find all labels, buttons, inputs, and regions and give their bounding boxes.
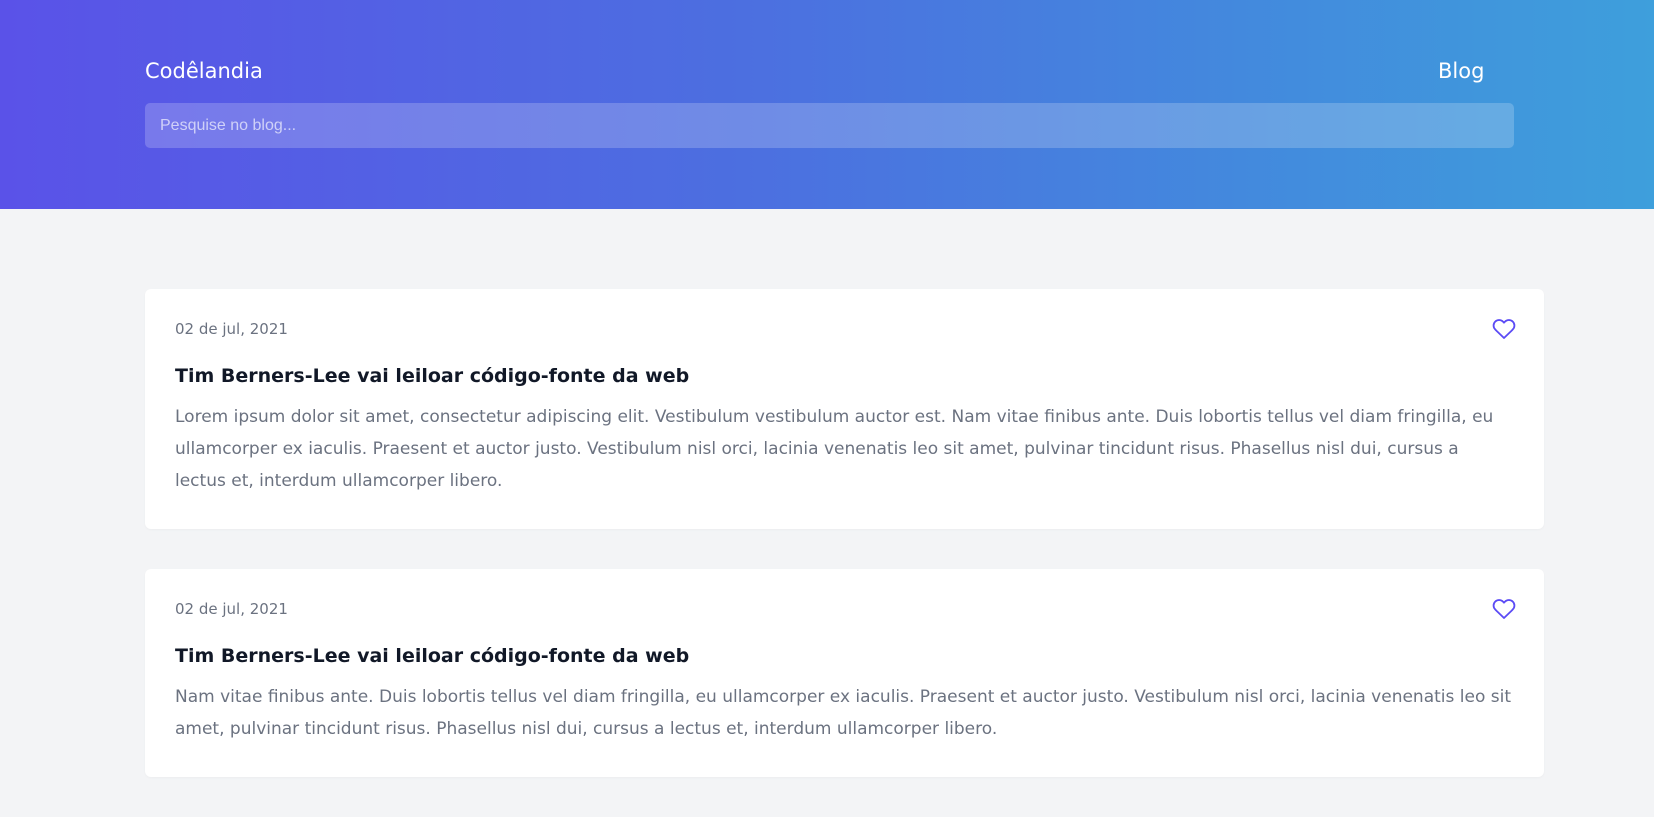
page-header: Codêlandia Blog xyxy=(0,0,1654,209)
post-title[interactable]: Tim Berners-Lee vai leiloar código-fonte… xyxy=(175,643,1514,669)
post-excerpt: Lorem ipsum dolor sit amet, consectetur … xyxy=(175,407,1494,491)
post-date: 02 de jul, 2021 xyxy=(175,600,288,618)
post-date: 02 de jul, 2021 xyxy=(175,320,288,338)
post-title[interactable]: Tim Berners-Lee vai leiloar código-fonte… xyxy=(175,363,1514,389)
post-list: 02 de jul, 2021 Tim Berners-Lee vai leil… xyxy=(145,289,1544,817)
post-excerpt: Nam vitae finibus ante. Duis lobortis te… xyxy=(175,687,1512,739)
nav-link-blog[interactable]: Blog xyxy=(1438,59,1484,83)
heart-outline-icon[interactable] xyxy=(1492,597,1516,621)
post-card[interactable]: 02 de jul, 2021 Tim Berners-Lee vai leil… xyxy=(145,289,1544,529)
search-input[interactable] xyxy=(145,103,1514,148)
heart-outline-icon[interactable] xyxy=(1492,317,1516,341)
brand-logo[interactable]: Codêlandia xyxy=(145,59,263,83)
post-card[interactable]: 02 de jul, 2021 Tim Berners-Lee vai leil… xyxy=(145,569,1544,777)
